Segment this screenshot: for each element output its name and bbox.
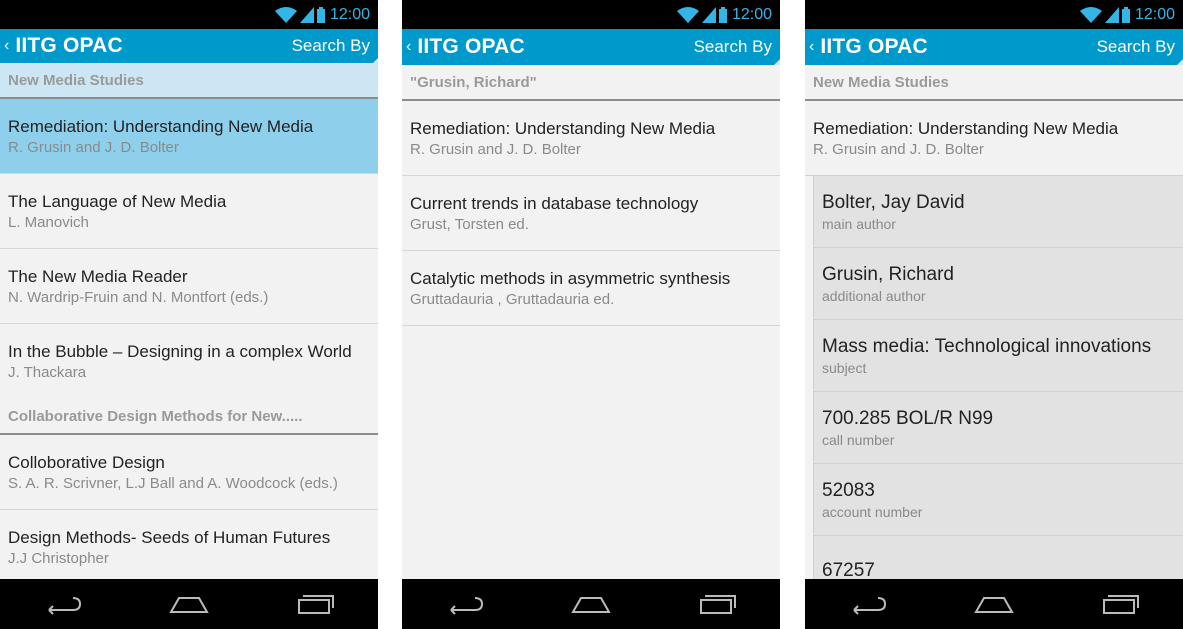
item-title: Remediation: Understanding New Media: [8, 116, 314, 136]
item-subtitle: J. Thackara: [8, 364, 87, 381]
phone-screen-book-list: 12:00 ‹ IITG OPAC Search By New Media St…: [0, 0, 378, 629]
item-subtitle: Gruttadauria , Gruttadauria ed.: [410, 290, 615, 308]
item-subtitle: N. Wardrip-Fruin and N. Montfort (eds.): [8, 288, 269, 306]
section-header: New Media Studies: [805, 65, 1183, 101]
navigation-bar: [402, 579, 780, 629]
app-title: IITG OPAC: [15, 34, 123, 57]
back-nav-icon[interactable]: [445, 592, 485, 616]
up-navigation[interactable]: ‹ IITG OPAC: [809, 35, 928, 59]
home-nav-icon[interactable]: [974, 592, 1014, 616]
action-bar: ‹ IITG OPAC Search By: [0, 29, 378, 64]
item-title: In the Bubble – Designing in a complex W…: [8, 342, 352, 361]
action-bar: ‹ IITG OPAC Search By: [805, 29, 1183, 65]
up-caret-icon: ‹: [4, 37, 10, 54]
detail-row[interactable]: Mass media: Technological innovations su…: [814, 320, 1183, 392]
signal-icon: [299, 6, 314, 23]
battery-icon: [316, 6, 325, 23]
home-nav-icon[interactable]: [571, 592, 611, 616]
home-nav-icon[interactable]: [169, 592, 209, 616]
book-authors: R. Grusin and J. D. Bolter: [813, 140, 984, 158]
recents-nav-icon[interactable]: [295, 592, 335, 616]
item-subtitle: L. Manovich: [8, 213, 89, 231]
battery-icon: [718, 6, 727, 23]
list-item[interactable]: Colloborative Design S. A. R. Scrivner, …: [0, 435, 378, 510]
detail-value: Bolter, Jay David: [822, 191, 965, 213]
list-item[interactable]: Remediation: Understanding New Media R. …: [402, 101, 780, 176]
item-title: Colloborative Design: [8, 452, 165, 472]
list-item[interactable]: Current trends in database technology Gr…: [402, 176, 780, 251]
signal-icon: [701, 6, 716, 23]
detail-row[interactable]: Grusin, Richard additional author: [814, 248, 1183, 320]
list-item[interactable]: Catalytic methods in asymmetric synthesi…: [402, 251, 780, 326]
recents-nav-icon[interactable]: [697, 592, 737, 616]
status-bar: 12:00: [0, 0, 378, 29]
up-navigation[interactable]: ‹ IITG OPAC: [406, 35, 525, 59]
battery-icon: [1121, 6, 1130, 23]
list-item[interactable]: Remediation: Understanding New Media R. …: [0, 99, 378, 174]
search-by-dropdown[interactable]: Search By: [694, 37, 780, 65]
list-item[interactable]: In the Bubble – Designing in a complex W…: [0, 324, 378, 399]
item-title: The New Media Reader: [8, 266, 188, 286]
detail-row[interactable]: Bolter, Jay David main author: [814, 176, 1183, 248]
signal-icon: [1104, 6, 1119, 23]
detail-label: main author: [822, 215, 896, 232]
wifi-icon: [274, 6, 297, 23]
status-time: 12:00: [731, 5, 772, 23]
detail-value: 700.285 BOL/R N99: [822, 407, 994, 429]
list-item[interactable]: The New Media Reader N. Wardrip-Fruin an…: [0, 249, 378, 324]
item-title: Design Methods- Seeds of Human Futures: [8, 527, 331, 547]
detail-label: account number: [822, 503, 923, 520]
up-caret-icon: ‹: [809, 38, 815, 55]
item-title: Remediation: Understanding New Media: [410, 118, 716, 138]
detail-row[interactable]: 700.285 BOL/R N99 call number: [814, 392, 1183, 464]
list-item[interactable]: Design Methods- Seeds of Human Futures J…: [0, 510, 378, 585]
app-title: IITG OPAC: [820, 35, 928, 58]
up-navigation[interactable]: ‹ IITG OPAC: [4, 34, 123, 58]
phone-screen-author-results: 12:00 ‹ IITG OPAC Search By "Grusin, Ric…: [402, 0, 780, 629]
item-title: The Language of New Media: [8, 191, 227, 211]
phone-screen-book-detail: 12:00 ‹ IITG OPAC Search By New Media St…: [805, 0, 1183, 629]
item-subtitle: Grust, Torsten ed.: [410, 215, 529, 233]
recents-nav-icon[interactable]: [1100, 592, 1140, 616]
list-item[interactable]: The Language of New Media L. Manovich: [0, 174, 378, 249]
search-by-dropdown[interactable]: Search By: [292, 36, 378, 64]
item-subtitle: J.J Christopher: [8, 549, 109, 567]
wifi-icon: [676, 6, 699, 23]
app-title: IITG OPAC: [417, 35, 525, 58]
back-nav-icon[interactable]: [43, 592, 83, 616]
book-detail-list: Bolter, Jay David main author Grusin, Ri…: [813, 176, 1183, 608]
section-header: Collaborative Design Methods for New....…: [0, 399, 378, 435]
detail-label: subject: [822, 359, 867, 376]
item-title: Current trends in database technology: [410, 193, 699, 213]
detail-value: Mass media: Technological innovations: [822, 335, 1152, 357]
up-caret-icon: ‹: [406, 38, 412, 55]
detail-row[interactable]: 52083 account number: [814, 464, 1183, 536]
detail-label: call number: [822, 431, 895, 448]
item-subtitle: S. A. R. Scrivner, L.J Ball and A. Woodc…: [8, 474, 338, 492]
selected-book[interactable]: Remediation: Understanding New Media R. …: [805, 101, 1183, 176]
navigation-bar: [805, 579, 1183, 629]
wifi-icon: [1079, 6, 1102, 23]
detail-value: Grusin, Richard: [822, 263, 954, 285]
section-header: New Media Studies: [0, 63, 378, 99]
action-bar: ‹ IITG OPAC Search By: [402, 29, 780, 65]
search-query-header: "Grusin, Richard": [402, 65, 780, 101]
back-nav-icon[interactable]: [848, 592, 888, 616]
status-time: 12:00: [329, 5, 370, 23]
search-by-dropdown[interactable]: Search By: [1097, 37, 1183, 65]
book-title: Remediation: Understanding New Media: [813, 118, 1119, 138]
status-bar: 12:00: [805, 0, 1183, 29]
item-subtitle: R. Grusin and J. D. Bolter: [410, 140, 581, 158]
status-bar: 12:00: [402, 0, 780, 29]
detail-label: additional author: [822, 287, 926, 304]
detail-value: 52083: [822, 479, 875, 501]
item-title: Catalytic methods in asymmetric synthesi…: [410, 268, 731, 288]
item-subtitle: R. Grusin and J. D. Bolter: [8, 138, 179, 156]
status-time: 12:00: [1134, 5, 1175, 23]
navigation-bar: [0, 579, 378, 629]
